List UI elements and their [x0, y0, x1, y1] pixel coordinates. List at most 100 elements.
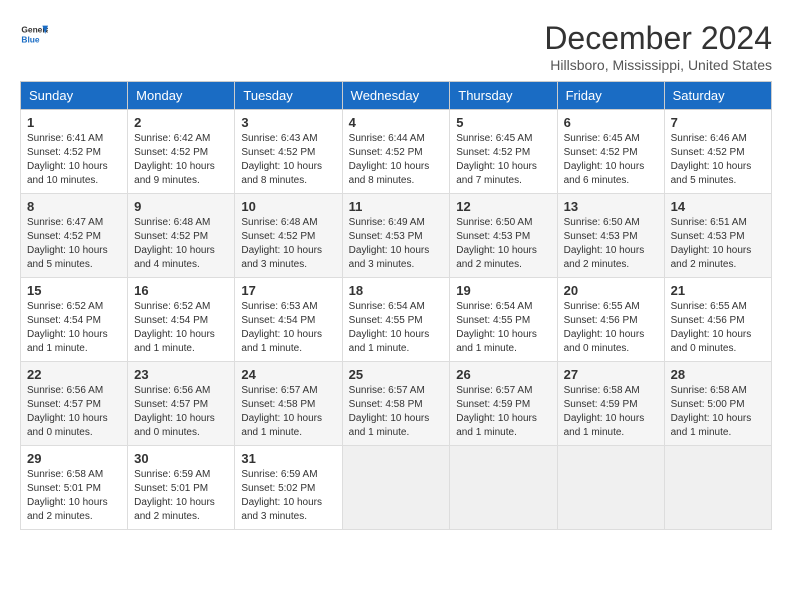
day-cell: 18 Sunrise: 6:54 AMSunset: 4:55 PMDayligh…	[342, 278, 450, 362]
day-number: 24	[241, 367, 335, 382]
day-info: Sunrise: 6:42 AMSunset: 4:52 PMDaylight:…	[134, 132, 228, 188]
day-number: 11	[349, 199, 444, 214]
day-number: 16	[134, 283, 228, 298]
day-cell: 10 Sunrise: 6:48 AMSunset: 4:52 PMDayligh…	[235, 194, 342, 278]
week-row-3: 15 Sunrise: 6:52 AMSunset: 4:54 PMDayligh…	[21, 278, 772, 362]
week-row-4: 22 Sunrise: 6:56 AMSunset: 4:57 PMDayligh…	[21, 362, 772, 446]
day-number: 2	[134, 115, 228, 130]
day-info: Sunrise: 6:47 AMSunset: 4:52 PMDaylight:…	[27, 216, 121, 272]
day-info: Sunrise: 6:52 AMSunset: 4:54 PMDaylight:…	[134, 300, 228, 356]
header-tuesday: Tuesday	[235, 82, 342, 110]
header-row: SundayMondayTuesdayWednesdayThursdayFrid…	[21, 82, 772, 110]
day-cell: 6Sunrise: 6:45 AMSunset: 4:52 PMDaylight…	[557, 110, 664, 194]
day-number: 29	[27, 451, 121, 466]
day-info: Sunrise: 6:55 AMSunset: 4:56 PMDaylight:…	[671, 300, 765, 356]
day-cell: 3Sunrise: 6:43 AMSunset: 4:52 PMDaylight…	[235, 110, 342, 194]
day-cell: 28 Sunrise: 6:58 AMSunset: 5:00 PMDayligh…	[664, 362, 771, 446]
day-number: 22	[27, 367, 121, 382]
day-info: Sunrise: 6:58 AMSunset: 4:59 PMDaylight:…	[564, 384, 658, 440]
day-cell: 12 Sunrise: 6:50 AMSunset: 4:53 PMDayligh…	[450, 194, 557, 278]
day-info: Sunrise: 6:50 AMSunset: 4:53 PMDaylight:…	[456, 216, 550, 272]
header-saturday: Saturday	[664, 82, 771, 110]
day-cell: 27 Sunrise: 6:58 AMSunset: 4:59 PMDayligh…	[557, 362, 664, 446]
day-cell: 21 Sunrise: 6:55 AMSunset: 4:56 PMDayligh…	[664, 278, 771, 362]
day-number: 30	[134, 451, 228, 466]
day-number: 18	[349, 283, 444, 298]
day-cell	[664, 446, 771, 530]
day-info: Sunrise: 6:58 AMSunset: 5:00 PMDaylight:…	[671, 384, 765, 440]
day-number: 13	[564, 199, 658, 214]
day-number: 31	[241, 451, 335, 466]
day-number: 12	[456, 199, 550, 214]
day-number: 5	[456, 115, 550, 130]
day-cell: 14 Sunrise: 6:51 AMSunset: 4:53 PMDayligh…	[664, 194, 771, 278]
day-info: Sunrise: 6:57 AMSunset: 4:58 PMDaylight:…	[241, 384, 335, 440]
header-thursday: Thursday	[450, 82, 557, 110]
svg-text:Blue: Blue	[21, 34, 39, 44]
day-number: 17	[241, 283, 335, 298]
day-number: 9	[134, 199, 228, 214]
day-info: Sunrise: 6:48 AMSunset: 4:52 PMDaylight:…	[134, 216, 228, 272]
day-cell: 24 Sunrise: 6:57 AMSunset: 4:58 PMDayligh…	[235, 362, 342, 446]
day-cell: 16 Sunrise: 6:52 AMSunset: 4:54 PMDayligh…	[128, 278, 235, 362]
day-cell: 30Sunrise: 6:59 AMSunset: 5:01 PMDayligh…	[128, 446, 235, 530]
day-info: Sunrise: 6:56 AMSunset: 4:57 PMDaylight:…	[27, 384, 121, 440]
day-info: Sunrise: 6:55 AMSunset: 4:56 PMDaylight:…	[564, 300, 658, 356]
day-number: 23	[134, 367, 228, 382]
day-info: Sunrise: 6:57 AMSunset: 4:59 PMDaylight:…	[456, 384, 550, 440]
day-number: 21	[671, 283, 765, 298]
day-cell: 8 Sunrise: 6:47 AMSunset: 4:52 PMDaylight…	[21, 194, 128, 278]
day-cell	[557, 446, 664, 530]
day-number: 19	[456, 283, 550, 298]
day-cell: 5 Sunrise: 6:45 AMSunset: 4:52 PMDaylight…	[450, 110, 557, 194]
day-cell: 13 Sunrise: 6:50 AMSunset: 4:53 PMDayligh…	[557, 194, 664, 278]
day-cell: 20Sunrise: 6:55 AMSunset: 4:56 PMDayligh…	[557, 278, 664, 362]
month-title: December 2024	[544, 20, 772, 57]
day-number: 25	[349, 367, 444, 382]
day-cell: 29 Sunrise: 6:58 AMSunset: 5:01 PMDayligh…	[21, 446, 128, 530]
day-info: Sunrise: 6:53 AMSunset: 4:54 PMDaylight:…	[241, 300, 335, 356]
day-info: Sunrise: 6:45 AMSunset: 4:52 PMDaylight:…	[456, 132, 550, 188]
day-cell: 1 Sunrise: 6:41 AMSunset: 4:52 PMDaylight…	[21, 110, 128, 194]
header-wednesday: Wednesday	[342, 82, 450, 110]
location: Hillsboro, Mississippi, United States	[544, 57, 772, 73]
day-number: 4	[349, 115, 444, 130]
day-number: 8	[27, 199, 121, 214]
day-cell: 17 Sunrise: 6:53 AMSunset: 4:54 PMDayligh…	[235, 278, 342, 362]
day-number: 28	[671, 367, 765, 382]
day-cell: 15 Sunrise: 6:52 AMSunset: 4:54 PMDayligh…	[21, 278, 128, 362]
day-cell: 31Sunrise: 6:59 AMSunset: 5:02 PMDayligh…	[235, 446, 342, 530]
day-info: Sunrise: 6:51 AMSunset: 4:53 PMDaylight:…	[671, 216, 765, 272]
day-number: 15	[27, 283, 121, 298]
day-number: 1	[27, 115, 121, 130]
day-cell	[342, 446, 450, 530]
day-number: 14	[671, 199, 765, 214]
day-info: Sunrise: 6:43 AMSunset: 4:52 PMDaylight:…	[241, 132, 335, 188]
day-info: Sunrise: 6:46 AMSunset: 4:52 PMDaylight:…	[671, 132, 765, 188]
day-cell	[450, 446, 557, 530]
day-info: Sunrise: 6:52 AMSunset: 4:54 PMDaylight:…	[27, 300, 121, 356]
day-info: Sunrise: 6:57 AMSunset: 4:58 PMDaylight:…	[349, 384, 444, 440]
day-number: 27	[564, 367, 658, 382]
logo-icon: General Blue	[20, 20, 48, 48]
day-info: Sunrise: 6:58 AMSunset: 5:01 PMDaylight:…	[27, 468, 121, 524]
day-cell: 23Sunrise: 6:56 AMSunset: 4:57 PMDayligh…	[128, 362, 235, 446]
day-cell: 26 Sunrise: 6:57 AMSunset: 4:59 PMDayligh…	[450, 362, 557, 446]
calendar-table: SundayMondayTuesdayWednesdayThursdayFrid…	[20, 81, 772, 530]
page-header: General Blue December 2024 Hillsboro, Mi…	[20, 20, 772, 73]
week-row-1: 1 Sunrise: 6:41 AMSunset: 4:52 PMDaylight…	[21, 110, 772, 194]
logo: General Blue	[20, 20, 48, 48]
day-info: Sunrise: 6:50 AMSunset: 4:53 PMDaylight:…	[564, 216, 658, 272]
header-monday: Monday	[128, 82, 235, 110]
day-info: Sunrise: 6:45 AMSunset: 4:52 PMDaylight:…	[564, 132, 658, 188]
day-cell: 4Sunrise: 6:44 AMSunset: 4:52 PMDaylight…	[342, 110, 450, 194]
day-number: 7	[671, 115, 765, 130]
week-row-5: 29 Sunrise: 6:58 AMSunset: 5:01 PMDayligh…	[21, 446, 772, 530]
day-info: Sunrise: 6:49 AMSunset: 4:53 PMDaylight:…	[349, 216, 444, 272]
day-info: Sunrise: 6:48 AMSunset: 4:52 PMDaylight:…	[241, 216, 335, 272]
day-number: 10	[241, 199, 335, 214]
day-number: 26	[456, 367, 550, 382]
day-info: Sunrise: 6:41 AMSunset: 4:52 PMDaylight:…	[27, 132, 121, 188]
day-info: Sunrise: 6:54 AMSunset: 4:55 PMDaylight:…	[349, 300, 444, 356]
day-cell: 22 Sunrise: 6:56 AMSunset: 4:57 PMDayligh…	[21, 362, 128, 446]
